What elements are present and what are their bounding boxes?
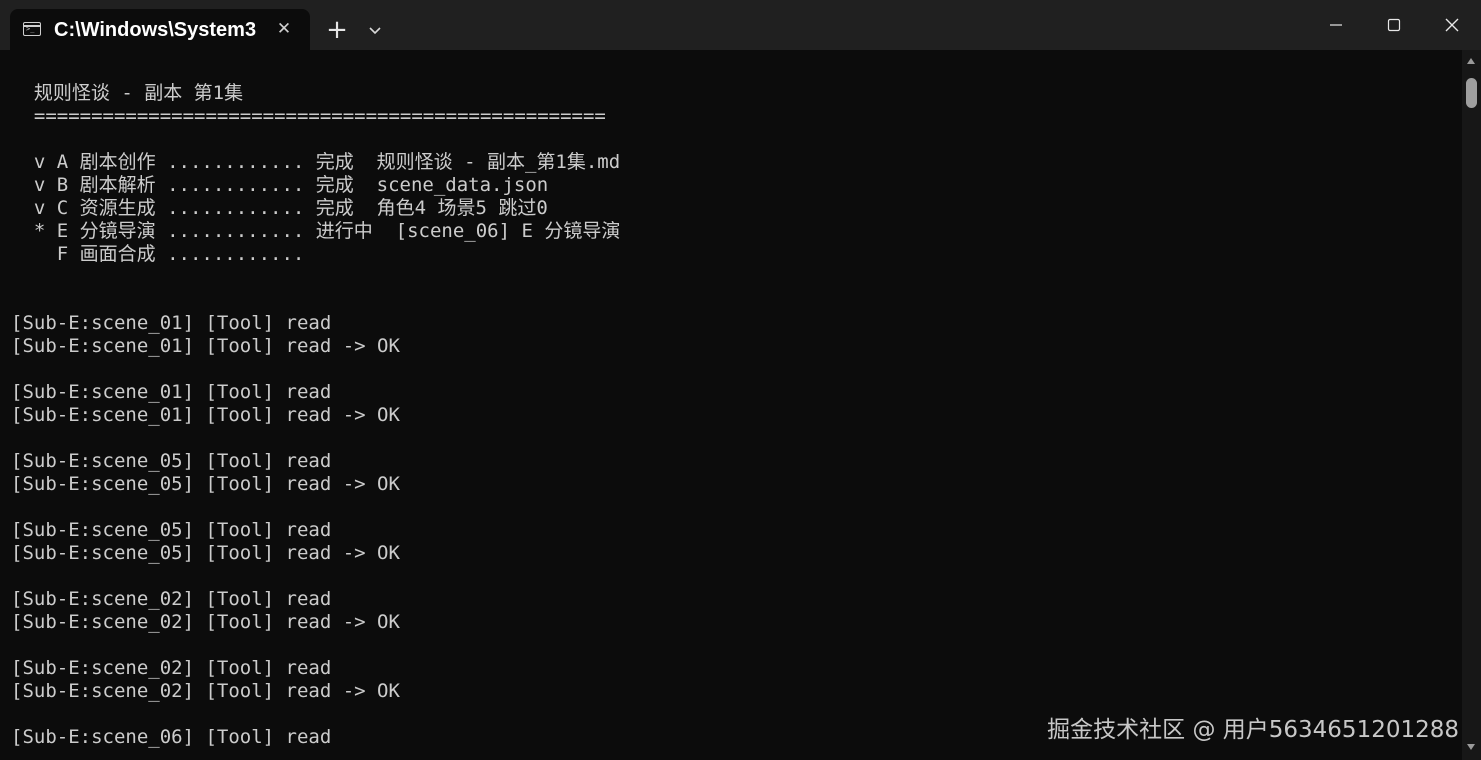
- title-bar[interactable]: C:\Windows\System3 ✕ +: [0, 0, 1481, 50]
- tab-title: C:\Windows\System3: [54, 19, 257, 41]
- close-button[interactable]: [1423, 0, 1481, 50]
- terminal-line: v B 剧本解析 ............ 完成 scene_data.json: [11, 174, 549, 196]
- terminal-line: [Sub-E:scene_05] [Tool] read: [11, 450, 332, 472]
- vertical-scrollbar[interactable]: [1462, 50, 1481, 760]
- terminal-line: v A 剧本创作 ............ 完成 规则怪谈 - 副本_第1集.m…: [11, 151, 621, 173]
- terminal-line: [Sub-E:scene_05] [Tool] read -> OK: [11, 473, 400, 495]
- terminal-line: 规则怪谈 - 副本 第1集: [11, 82, 244, 104]
- terminal-line: [Sub-E:scene_01] [Tool] read: [11, 312, 332, 334]
- terminal-line: [Sub-E:scene_02] [Tool] read: [11, 657, 332, 679]
- terminal-line: [Sub-E:scene_02] [Tool] read -> OK: [11, 611, 400, 633]
- terminal-icon: [23, 22, 41, 36]
- terminal-line: [Sub-E:scene_02] [Tool] read -> OK: [11, 680, 400, 702]
- minimize-icon: [1330, 24, 1342, 26]
- scroll-up-arrow-icon[interactable]: [1467, 58, 1475, 64]
- terminal-line: [Sub-E:scene_05] [Tool] read -> OK: [11, 542, 400, 564]
- terminal-line: [Sub-E:scene_01] [Tool] read -> OK: [11, 404, 400, 426]
- tab-dropdown-button[interactable]: [362, 16, 388, 44]
- terminal-line: * E 分镜导演 ............ 进行中 [scene_06] E 分…: [11, 220, 621, 242]
- terminal-line: v C 资源生成 ............ 完成 角色4 场景5 跳过0: [11, 197, 548, 219]
- watermark: 掘金技术社区 @ 用户5634651201288: [1047, 717, 1459, 743]
- terminal-line: [Sub-E:scene_02] [Tool] read: [11, 588, 332, 610]
- terminal-line: [Sub-E:scene_06] [Tool] read: [11, 726, 332, 748]
- maximize-button[interactable]: [1365, 0, 1423, 50]
- terminal-line: F 画面合成 ............: [11, 243, 305, 265]
- new-tab-button[interactable]: +: [322, 15, 352, 45]
- minimize-button[interactable]: [1307, 0, 1365, 50]
- terminal-line: [Sub-E:scene_01] [Tool] read -> OK: [11, 335, 400, 357]
- scroll-thumb[interactable]: [1466, 78, 1477, 108]
- tab-active[interactable]: C:\Windows\System3 ✕: [10, 9, 310, 50]
- chevron-down-icon: [369, 27, 381, 35]
- scroll-down-arrow-icon[interactable]: [1467, 744, 1475, 750]
- maximize-icon: [1387, 18, 1401, 32]
- terminal-window: C:\Windows\System3 ✕ + 规则怪谈 -: [0, 0, 1481, 760]
- terminal-output[interactable]: 规则怪谈 - 副本 第1集 ==========================…: [0, 50, 1462, 760]
- terminal-lines: 规则怪谈 - 副本 第1集 ==========================…: [11, 82, 620, 749]
- terminal-line: [Sub-E:scene_01] [Tool] read: [11, 381, 332, 403]
- close-icon: [1445, 18, 1459, 32]
- terminal-line: ========================================…: [11, 105, 606, 127]
- tab-close-button[interactable]: ✕: [272, 17, 296, 41]
- terminal-line: [Sub-E:scene_05] [Tool] read: [11, 519, 332, 541]
